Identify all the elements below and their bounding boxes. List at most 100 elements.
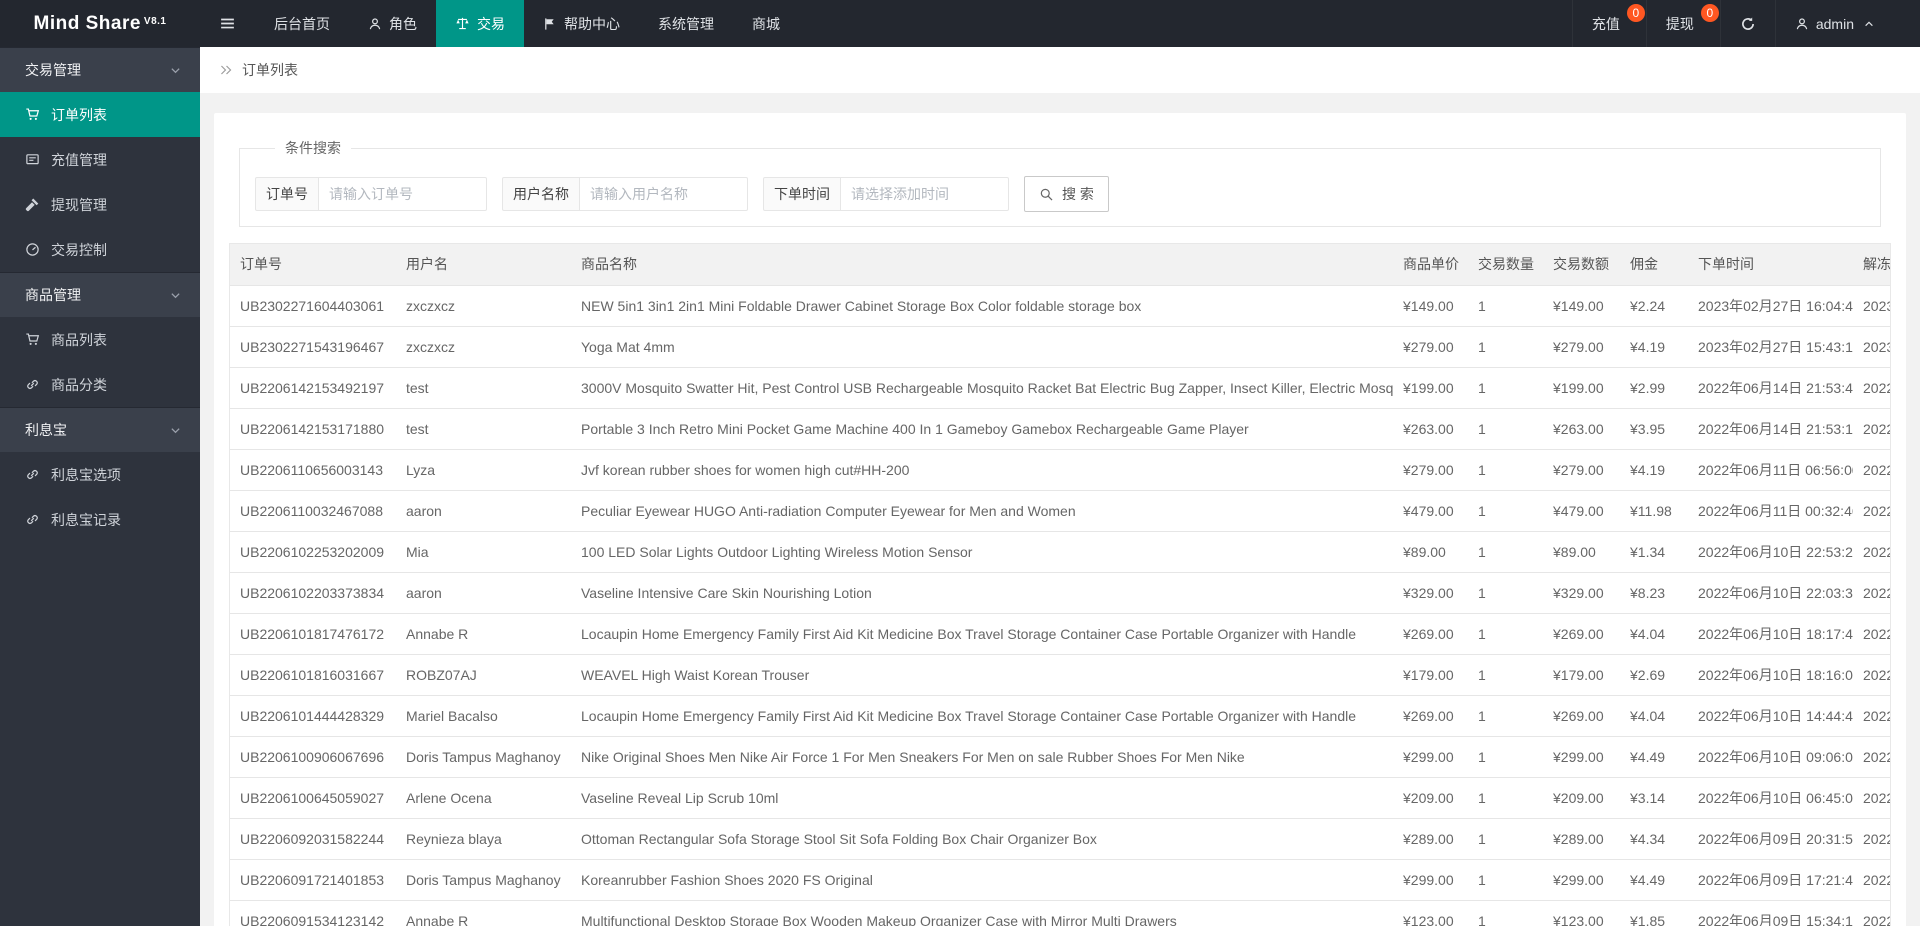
table-cell: 1 [1468, 654, 1543, 696]
cart-icon [25, 107, 40, 122]
nav-item-help-center[interactable]: 帮助中心 [524, 0, 639, 47]
search-label-order-no: 订单号 [255, 177, 319, 211]
topbar: Mind Share V8.1 后台首页 角色 交易 帮助中心 系统管理 商城 充值 0 提… [0, 0, 1920, 47]
sidebar-item-withdraw-mgmt[interactable]: 提现管理 [0, 182, 200, 227]
breadcrumb: 订单列表 [200, 47, 1920, 93]
table-cell: ¥209.00 [1543, 777, 1620, 819]
table-cell: 2022年 [1853, 408, 1890, 450]
search-group-order-no: 订单号 [255, 177, 487, 211]
table-cell: UB2206102253202009 [230, 531, 396, 573]
table-cell: UB2206110032467088 [230, 490, 396, 532]
table-cell: 1 [1468, 572, 1543, 614]
withdraw-button[interactable]: 提现 0 [1645, 0, 1720, 47]
table-cell: test [396, 408, 571, 450]
table-cell: Multifunctional Desktop Storage Box Wood… [571, 900, 1393, 926]
sidebar-item-trade-control[interactable]: 交易控制 [0, 227, 200, 272]
app-version: V8.1 [143, 16, 167, 27]
table-cell: ¥209.00 [1393, 777, 1468, 819]
table-cell: ¥8.23 [1620, 572, 1688, 614]
table-cell: UB2206091534123142 [230, 900, 396, 926]
table-cell: WEAVEL High Waist Korean Trouser [571, 654, 1393, 696]
sidebar-group-trade-mgmt[interactable]: 交易管理 [0, 47, 200, 92]
table-cell: ¥299.00 [1543, 859, 1620, 901]
table-cell: 1 [1468, 777, 1543, 819]
order-table-wrap: 订单号用户名商品名称商品单价交易数量交易数额佣金下单时间解冻时间 UB23022… [229, 243, 1891, 926]
table-cell: ¥4.34 [1620, 818, 1688, 860]
order-time-input[interactable] [841, 177, 1009, 211]
table-cell: 1 [1468, 367, 1543, 409]
table-row: UB2206101816031667 ROBZ07AJ WEAVEL High Wa… [230, 654, 1890, 696]
table-cell: 2023年 [1853, 326, 1890, 368]
table-cell: Vaseline Reveal Lip Scrub 10ml [571, 777, 1393, 819]
hamburger-icon [219, 15, 236, 32]
table-cell: Jvf korean rubber shoes for women high c… [571, 449, 1393, 491]
sidebar-item-lixibao-options[interactable]: 利息宝选项 [0, 452, 200, 497]
table-row: UB2206100906067696 Doris Tampus Maghanoy N… [230, 736, 1890, 778]
breadcrumb-icon [219, 63, 233, 77]
table-cell: ¥299.00 [1393, 736, 1468, 778]
search-group-order-time: 下单时间 [763, 177, 1009, 211]
nav-item-roles[interactable]: 角色 [349, 0, 436, 47]
username-input[interactable] [580, 177, 748, 211]
refresh-button[interactable] [1719, 0, 1775, 47]
search-button[interactable]: 搜 索 [1024, 176, 1109, 212]
table-cell: Locaupin Home Emergency Family First Aid… [571, 695, 1393, 737]
nav-item-trade[interactable]: 交易 [436, 0, 524, 47]
recharge-button[interactable]: 充值 0 [1571, 0, 1646, 47]
column-header: 解冻时间 [1853, 244, 1890, 286]
table-cell: 2022年06月14日 21:53:49 [1688, 367, 1853, 409]
table-cell: 2022年06月09日 20:31:58 [1688, 818, 1853, 860]
table-cell: 2022年06月10日 18:17:47 [1688, 613, 1853, 655]
table-cell: test [396, 367, 571, 409]
table-cell: 2022年06月10日 22:53:20 [1688, 531, 1853, 573]
sidebar-item-label: 利息宝选项 [51, 466, 121, 483]
table-cell: Portable 3 Inch Retro Mini Pocket Game M… [571, 408, 1393, 450]
sidebar-item-goods-category[interactable]: 商品分类 [0, 362, 200, 407]
table-cell: UB2206101817476172 [230, 613, 396, 655]
table-cell: zxczxcz [396, 326, 571, 368]
table-cell: ¥149.00 [1543, 285, 1620, 327]
table-cell: ¥269.00 [1393, 613, 1468, 655]
table-cell: ¥4.49 [1620, 736, 1688, 778]
page-title: 订单列表 [242, 62, 298, 78]
nav-item-dashboard[interactable]: 后台首页 [255, 0, 349, 47]
table-cell: 2022年 [1853, 654, 1890, 696]
table-cell: 1 [1468, 326, 1543, 368]
table-cell: 2022年06月10日 22:03:37 [1688, 572, 1853, 614]
table-cell: Mia [396, 531, 571, 573]
table-cell: ¥289.00 [1543, 818, 1620, 860]
nav-item-system[interactable]: 系统管理 [639, 0, 733, 47]
column-header: 下单时间 [1688, 244, 1853, 286]
table-cell: 1 [1468, 285, 1543, 327]
table-cell: Koreanrubber Fashion Shoes 2020 FS Origi… [571, 859, 1393, 901]
sidebar-item-label: 交易控制 [51, 241, 107, 258]
sidebar-item-order-list[interactable]: 订单列表 [0, 92, 200, 137]
content-card: 条件搜索 订单号用户名称下单时间搜 索 订单号用户名商品名称商品单价交易数量交易… [214, 113, 1906, 926]
sidebar-item-goods-list[interactable]: 商品列表 [0, 317, 200, 362]
table-cell: 2022年06月09日 17:21:40 [1688, 859, 1853, 901]
table-cell: 2022年06月11日 00:32:46 [1688, 490, 1853, 532]
withdraw-label: 提现 [1665, 15, 1694, 32]
sidebar-group-lixibao[interactable]: 利息宝 [0, 407, 200, 452]
table-cell: ¥299.00 [1543, 736, 1620, 778]
table-cell: 2022年 [1853, 818, 1890, 860]
sidebar-collapse-button[interactable] [200, 0, 255, 47]
search-fieldset: 条件搜索 订单号 用户名称 下单时间 搜 索 [239, 138, 1881, 227]
table-row: UB2206091534123142 Annabe R Multifunctiona… [230, 900, 1890, 926]
table-cell: UB2302271543196467 [230, 326, 396, 368]
table-cell: 2022年06月10日 09:06:06 [1688, 736, 1853, 778]
order-no-input[interactable] [319, 177, 487, 211]
table-cell: 1 [1468, 531, 1543, 573]
user-menu[interactable]: admin [1774, 0, 1894, 47]
sidebar-item-label: 提现管理 [51, 196, 107, 213]
table-cell: UB2206101816031667 [230, 654, 396, 696]
table-cell: Nike Original Shoes Men Nike Air Force 1… [571, 736, 1393, 778]
table-cell: 1 [1468, 736, 1543, 778]
table-cell: 2022年 [1853, 531, 1890, 573]
sidebar-group-goods-mgmt[interactable]: 商品管理 [0, 272, 200, 317]
table-cell: ¥1.85 [1620, 900, 1688, 926]
sidebar-item-recharge-mgmt[interactable]: 充值管理 [0, 137, 200, 182]
sidebar-item-lixibao-records[interactable]: 利息宝记录 [0, 497, 200, 542]
flag-icon [543, 17, 557, 31]
nav-item-mall[interactable]: 商城 [733, 0, 799, 47]
